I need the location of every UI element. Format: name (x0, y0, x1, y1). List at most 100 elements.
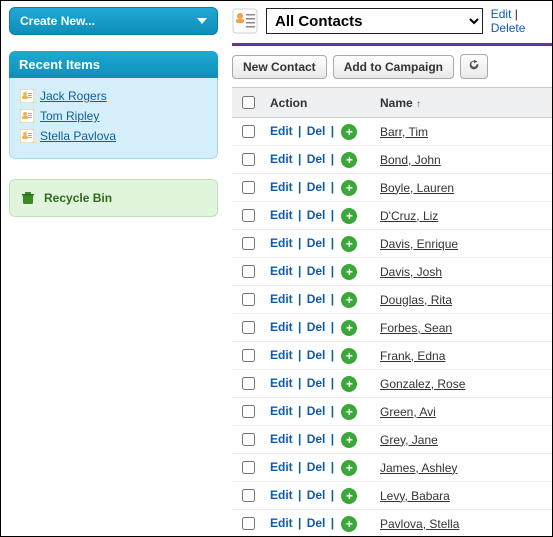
recycle-bin-panel[interactable]: Recycle Bin (9, 179, 218, 217)
contact-name-link[interactable]: D'Cruz, Liz (380, 209, 438, 223)
delete-link[interactable]: Del (307, 208, 326, 222)
add-to-campaign-button[interactable]: Add to Campaign (333, 55, 454, 79)
edit-link[interactable]: Edit (270, 180, 293, 194)
row-checkbox[interactable] (242, 433, 255, 446)
add-icon[interactable]: + (341, 292, 357, 308)
edit-link[interactable]: Edit (270, 320, 293, 334)
contact-name-link[interactable]: Bond, John (380, 153, 441, 167)
edit-link[interactable]: Edit (270, 404, 293, 418)
delete-link[interactable]: Del (307, 124, 326, 138)
delete-link[interactable]: Del (307, 180, 326, 194)
add-icon[interactable]: + (341, 516, 357, 532)
row-checkbox[interactable] (242, 153, 255, 166)
chevron-down-icon (197, 18, 207, 24)
contact-name-link[interactable]: Pavlova, Stella (380, 517, 459, 531)
row-checkbox[interactable] (242, 461, 255, 474)
contact-name-link[interactable]: Frank, Edna (380, 349, 445, 363)
edit-link[interactable]: Edit (270, 124, 293, 138)
delete-link[interactable]: Del (307, 264, 326, 278)
delete-link[interactable]: Del (307, 516, 326, 530)
recent-item-link[interactable]: Tom Ripley (40, 109, 99, 123)
edit-link[interactable]: Edit (270, 488, 293, 502)
add-icon[interactable]: + (341, 460, 357, 476)
delete-link[interactable]: Del (307, 432, 326, 446)
edit-link[interactable]: Edit (270, 348, 293, 362)
row-actions: Edit | Del | + (264, 146, 374, 174)
add-icon[interactable]: + (341, 432, 357, 448)
edit-link[interactable]: Edit (270, 432, 293, 446)
table-row: Edit | Del | +James, Ashley (232, 454, 552, 482)
contact-name-link[interactable]: Boyle, Lauren (380, 181, 454, 195)
action-separator: | (325, 236, 339, 250)
edit-link[interactable]: Edit (270, 292, 293, 306)
delete-link[interactable]: Del (307, 404, 326, 418)
edit-link[interactable]: Edit (270, 516, 293, 530)
delete-link[interactable]: Del (307, 460, 326, 474)
add-icon[interactable]: + (341, 152, 357, 168)
delete-link[interactable]: Del (307, 320, 326, 334)
row-checkbox[interactable] (242, 181, 255, 194)
delete-link[interactable]: Del (307, 152, 326, 166)
contact-name-link[interactable]: Davis, Enrique (380, 237, 458, 251)
delete-link[interactable]: Del (307, 348, 326, 362)
row-checkbox[interactable] (242, 377, 255, 390)
row-actions: Edit | Del | + (264, 202, 374, 230)
table-row: Edit | Del | +Levy, Babara (232, 482, 552, 510)
contact-name-link[interactable]: Davis, Josh (380, 265, 442, 279)
add-icon[interactable]: + (341, 208, 357, 224)
contact-name-link[interactable]: Gonzalez, Rose (380, 377, 465, 391)
add-icon[interactable]: + (341, 488, 357, 504)
add-icon[interactable]: + (341, 376, 357, 392)
row-checkbox[interactable] (242, 321, 255, 334)
table-row: Edit | Del | +Pavlova, Stella (232, 510, 552, 537)
add-icon[interactable]: + (341, 320, 357, 336)
action-separator: | (293, 236, 307, 250)
edit-link[interactable]: Edit (270, 264, 293, 278)
row-checkbox[interactable] (242, 405, 255, 418)
select-all-checkbox[interactable] (242, 96, 255, 109)
edit-view-link[interactable]: Edit (491, 7, 512, 21)
edit-link[interactable]: Edit (270, 152, 293, 166)
contact-name-link[interactable]: Levy, Babara (380, 489, 450, 503)
row-checkbox[interactable] (242, 489, 255, 502)
contact-name-link[interactable]: Grey, Jane (380, 433, 438, 447)
row-checkbox[interactable] (242, 125, 255, 138)
add-icon[interactable]: + (341, 236, 357, 252)
add-icon[interactable]: + (341, 180, 357, 196)
contact-name-link[interactable]: James, Ashley (380, 461, 457, 475)
contact-name-link[interactable]: Green, Avi (380, 405, 436, 419)
recent-item-link[interactable]: Jack Rogers (40, 89, 107, 103)
row-actions: Edit | Del | + (264, 286, 374, 314)
edit-link[interactable]: Edit (270, 236, 293, 250)
row-checkbox[interactable] (242, 209, 255, 222)
delete-link[interactable]: Del (307, 236, 326, 250)
add-icon[interactable]: + (341, 348, 357, 364)
contact-name-link[interactable]: Barr, Tim (380, 125, 428, 139)
contact-name-link[interactable]: Douglas, Rita (380, 293, 452, 307)
new-contact-button[interactable]: New Contact (232, 55, 327, 79)
row-checkbox[interactable] (242, 517, 255, 530)
name-header[interactable]: Name ↑ (374, 88, 552, 118)
create-new-label: Create New... (20, 14, 95, 28)
delete-link[interactable]: Del (307, 376, 326, 390)
edit-link[interactable]: Edit (270, 460, 293, 474)
delete-view-link[interactable]: Delete (491, 21, 526, 35)
row-checkbox[interactable] (242, 237, 255, 250)
view-select[interactable]: All Contacts (266, 8, 483, 34)
create-new-button[interactable]: Create New... (9, 7, 218, 35)
add-icon[interactable]: + (341, 264, 357, 280)
edit-link[interactable]: Edit (270, 208, 293, 222)
delete-link[interactable]: Del (307, 292, 326, 306)
recent-item-link[interactable]: Stella Pavlova (40, 129, 116, 143)
add-icon[interactable]: + (341, 124, 357, 140)
edit-link[interactable]: Edit (270, 376, 293, 390)
action-separator: | (325, 292, 339, 306)
contact-name-link[interactable]: Forbes, Sean (380, 321, 452, 335)
refresh-button[interactable] (460, 54, 488, 79)
delete-link[interactable]: Del (307, 488, 326, 502)
row-checkbox[interactable] (242, 349, 255, 362)
add-icon[interactable]: + (341, 404, 357, 420)
row-checkbox[interactable] (242, 293, 255, 306)
row-checkbox[interactable] (242, 265, 255, 278)
action-separator: | (325, 348, 339, 362)
